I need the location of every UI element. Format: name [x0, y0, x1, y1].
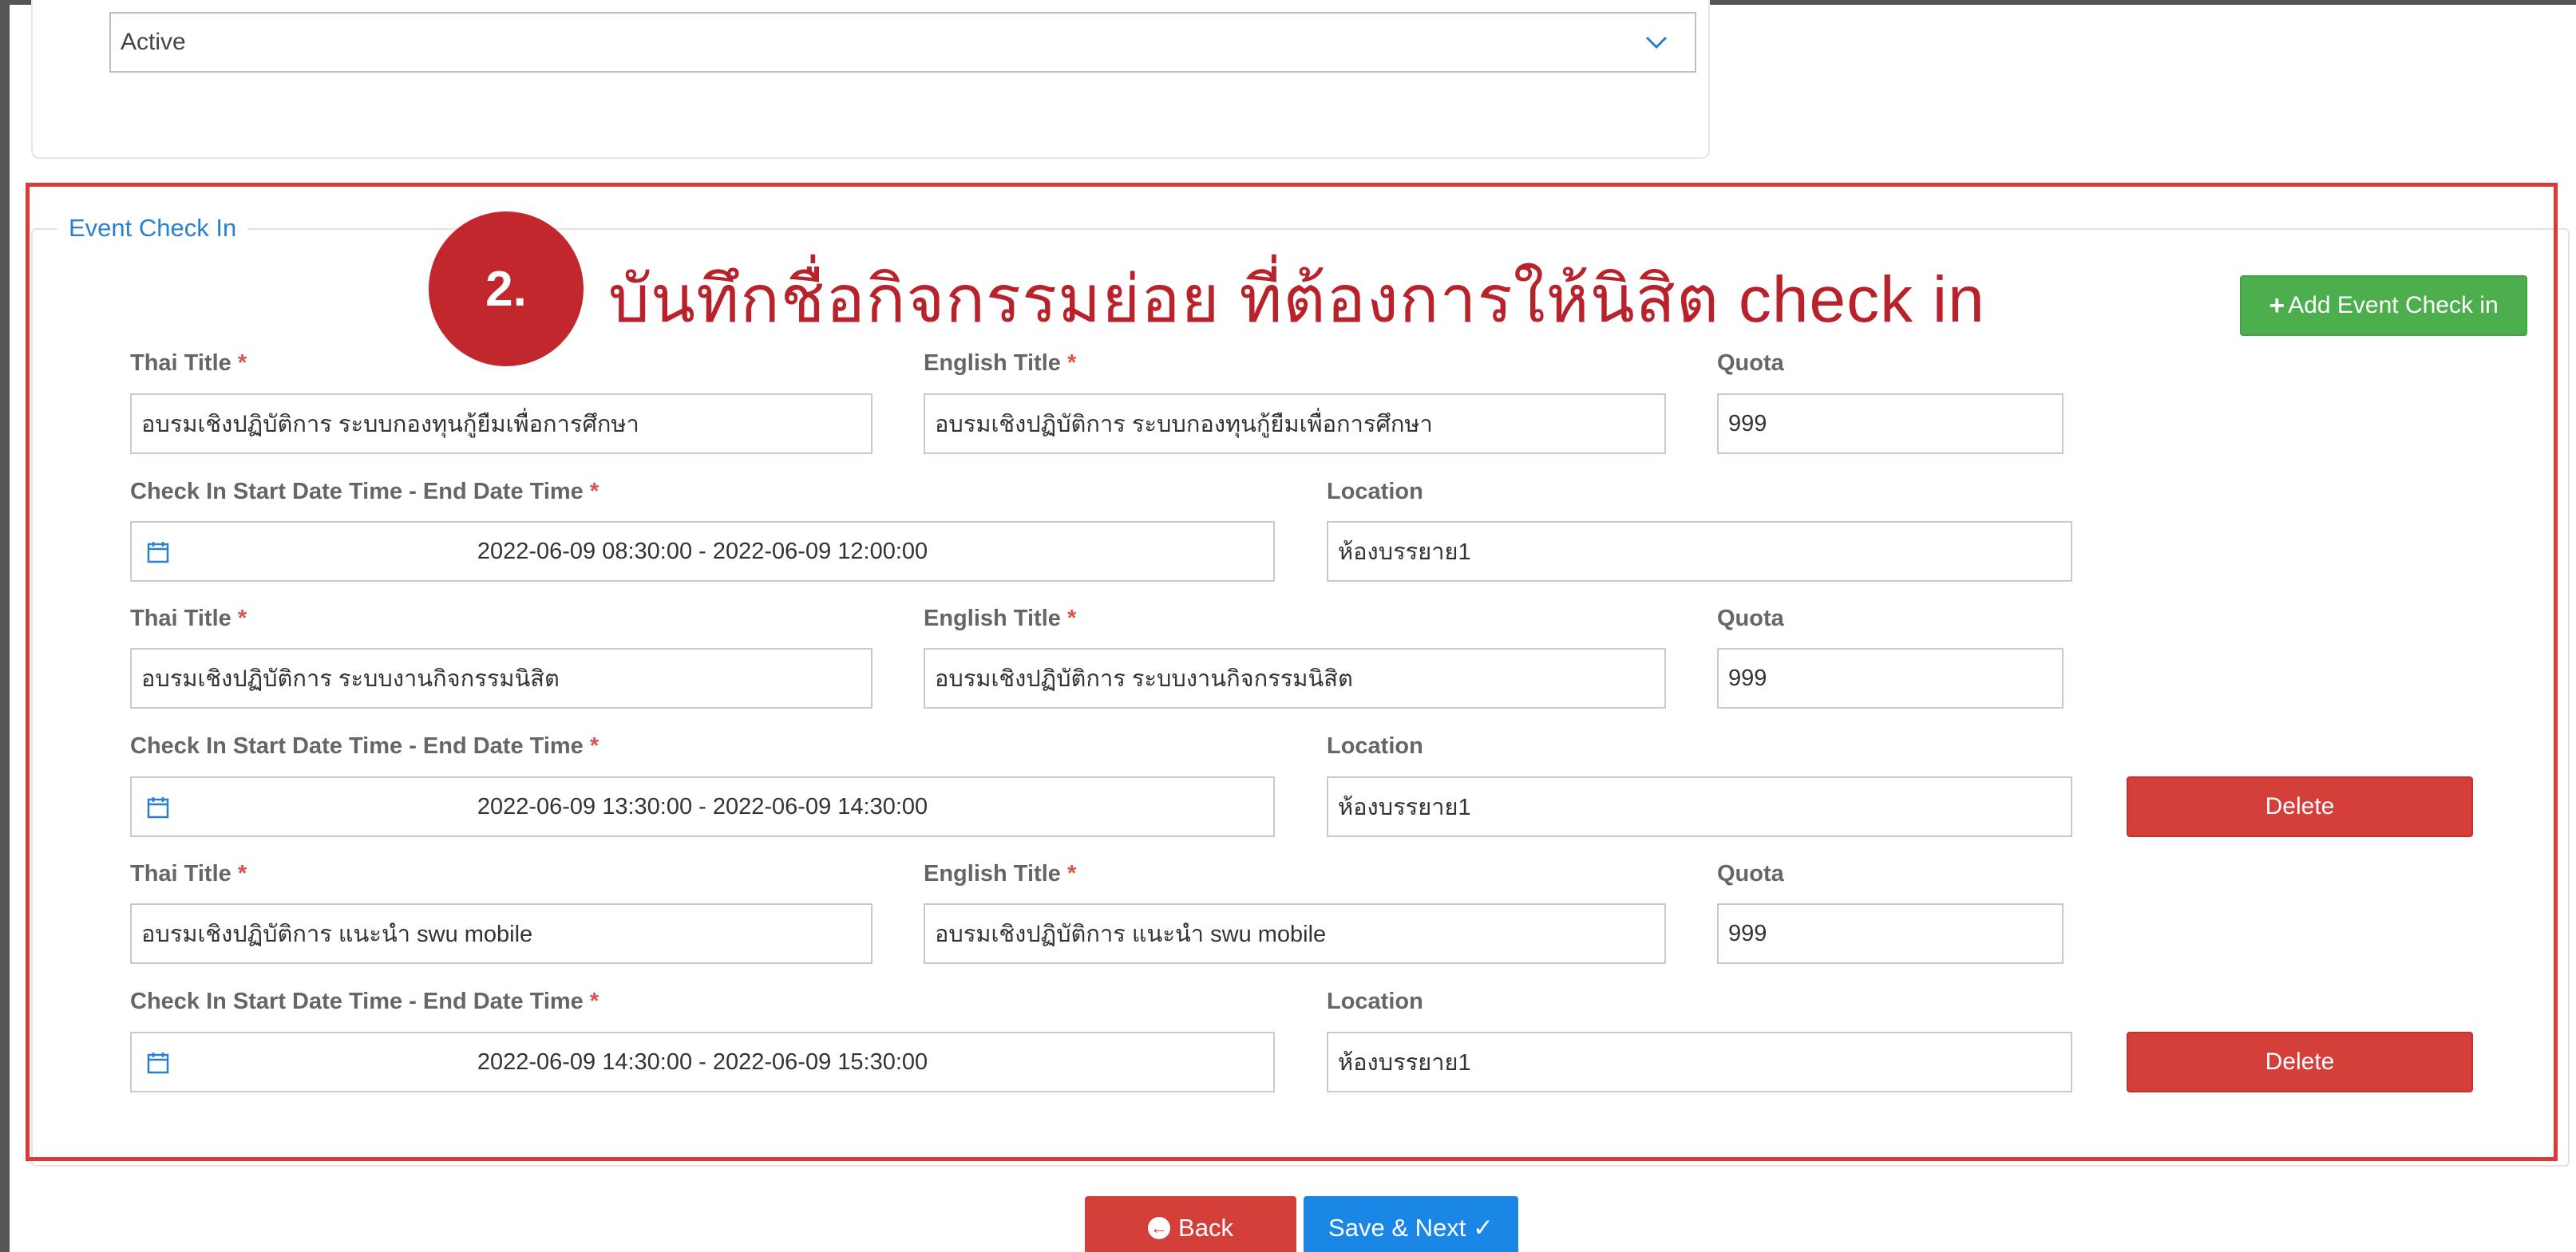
add-event-checkin-label: Add Event Check in	[2288, 292, 2499, 318]
quota-label-1: Quota	[1717, 350, 1784, 376]
date-range-value-3: 2022-06-09 14:30:00 - 2022-06-09 15:30:0…	[477, 1049, 928, 1075]
step-number-badge: 2.	[429, 211, 584, 366]
english-title-label-3: English Title *	[924, 861, 1077, 887]
date-range-value-2: 2022-06-09 13:30:00 - 2022-06-09 14:30:0…	[477, 793, 928, 820]
location-label-3: Location	[1327, 989, 1423, 1014]
date-range-input-2[interactable]: 2022-06-09 13:30:00 - 2022-06-09 14:30:0…	[130, 776, 1275, 837]
thai-title-input-1[interactable]: อบรมเชิงปฏิบัติการ ระบบกองทุนกู้ยืมเพื่อ…	[130, 393, 873, 454]
quota-label-3: Quota	[1717, 861, 1784, 887]
status-select[interactable]: Active	[109, 12, 1696, 73]
plus-icon: +	[2269, 290, 2285, 321]
calendar-icon	[147, 797, 169, 819]
english-title-input-2[interactable]: อบรมเชิงปฏิบัติการ ระบบงานกิจกรรมนิสิต	[924, 648, 1666, 709]
quota-input-3[interactable]: 999	[1717, 903, 2064, 964]
english-title-input-3[interactable]: อบรมเชิงปฏิบัติการ แนะนำ swu mobile	[924, 903, 1666, 964]
date-range-input-1[interactable]: 2022-06-09 08:30:00 - 2022-06-09 12:00:0…	[130, 521, 1275, 582]
english-title-label-1: English Title *	[924, 350, 1077, 376]
back-button[interactable]: ← Back	[1085, 1196, 1296, 1252]
quota-input-1[interactable]: 999	[1717, 393, 2064, 454]
event-checkin-legend: Event Check In	[57, 214, 248, 243]
location-label-1: Location	[1327, 479, 1423, 504]
arrow-left-circle-icon: ←	[1148, 1217, 1171, 1239]
thai-title-input-2[interactable]: อบรมเชิงปฏิบัติการ ระบบงานกิจกรรมนิสิต	[130, 648, 873, 709]
location-input-3[interactable]: ห้องบรรยาย1	[1327, 1032, 2072, 1092]
location-label-2: Location	[1327, 733, 1423, 759]
delete-button-2[interactable]: Delete	[2127, 776, 2473, 837]
back-button-label: Back	[1178, 1214, 1233, 1242]
location-input-2[interactable]: ห้องบรรยาย1	[1327, 776, 2072, 837]
thai-title-label-2: Thai Title *	[130, 606, 247, 631]
location-input-1[interactable]: ห้องบรรยาย1	[1327, 521, 2072, 582]
english-title-label-2: English Title *	[924, 606, 1077, 631]
thai-title-label-1: Thai Title *	[130, 350, 247, 376]
save-next-button[interactable]: Save & Next ✓	[1304, 1196, 1518, 1252]
calendar-icon	[147, 1053, 169, 1074]
status-select-value: Active	[121, 29, 186, 55]
date-range-label-3: Check In Start Date Time - End Date Time…	[130, 989, 599, 1014]
english-title-input-1[interactable]: อบรมเชิงปฏิบัติการ ระบบกองทุนกู้ยืมเพื่อ…	[924, 393, 1666, 454]
status-card: Active	[31, 0, 1710, 159]
date-range-label-1: Check In Start Date Time - End Date Time…	[130, 479, 599, 504]
thai-title-input-3[interactable]: อบรมเชิงปฏิบัติการ แนะนำ swu mobile	[130, 903, 873, 964]
thai-title-label-3: Thai Title *	[130, 861, 247, 887]
date-range-input-3[interactable]: 2022-06-09 14:30:00 - 2022-06-09 15:30:0…	[130, 1032, 1275, 1092]
quota-input-2[interactable]: 999	[1717, 648, 2064, 709]
annotation-text: บันทึกชื่อกิจกรรมย่อย ที่ต้องการให้นิสิต…	[608, 263, 1985, 336]
date-range-label-2: Check In Start Date Time - End Date Time…	[130, 733, 599, 759]
delete-button-3[interactable]: Delete	[2127, 1032, 2473, 1092]
add-event-checkin-button[interactable]: + Add Event Check in	[2240, 275, 2527, 336]
chevron-down-icon	[1645, 36, 1668, 49]
quota-label-2: Quota	[1717, 606, 1784, 631]
date-range-value-1: 2022-06-09 08:30:00 - 2022-06-09 12:00:0…	[477, 538, 928, 564]
calendar-icon	[147, 542, 169, 563]
